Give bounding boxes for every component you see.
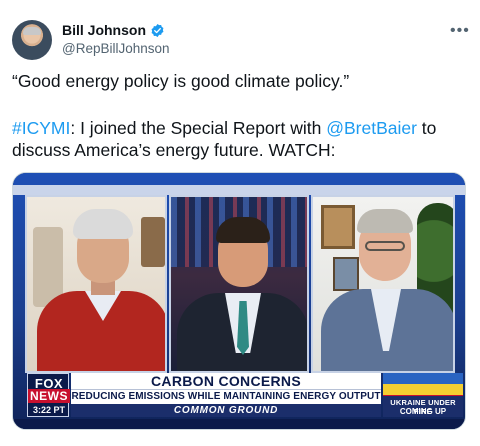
tweet-text-quote: “Good energy policy is good climate poli… — [12, 70, 472, 92]
author-avatar[interactable] — [12, 20, 52, 60]
side-promo: UKRAINE UNDER FIRE COMING UP — [383, 395, 463, 417]
tweet-text-body: #ICYMI: I joined the Special Report with… — [12, 117, 472, 161]
ukraine-flag-icon — [383, 373, 463, 395]
video-media[interactable]: FOX NEWS 3:22 PT CARBON CONCERNS REDUCIN… — [12, 172, 466, 430]
chyron-subheadline: REDUCING EMISSIONS WHILE MAINTAINING ENE… — [71, 389, 381, 404]
broadcast-time: 3:22 PT — [32, 405, 65, 415]
logo-news: NEWS — [28, 389, 70, 403]
author-name[interactable]: Bill Johnson — [62, 22, 146, 38]
anchor-panel — [169, 195, 309, 373]
wall-frame — [321, 205, 355, 249]
guest-right-glasses — [365, 241, 405, 251]
guest-panel-left — [25, 195, 167, 373]
tweet-quote: “Good energy policy is good climate poli… — [12, 71, 350, 91]
fox-news-logo: FOX NEWS 3:22 PT — [27, 373, 70, 417]
author-handle[interactable]: @RepBillJohnson — [62, 41, 170, 56]
verified-badge-icon — [151, 23, 164, 37]
tweet-body-part1: : I joined the Special Report with — [70, 118, 327, 138]
bottom-ticker-bar — [13, 419, 465, 429]
chyron-headline: CARBON CONCERNS — [71, 373, 381, 389]
segment-name: COMMON GROUND — [71, 404, 381, 417]
guest-panel-right — [311, 195, 455, 373]
flag-yellow — [383, 384, 463, 395]
tweet-card[interactable]: Bill Johnson @RepBillJohnson ••• “Good e… — [0, 0, 480, 446]
lower-third: FOX NEWS 3:22 PT CARBON CONCERNS REDUCIN… — [27, 373, 463, 417]
background-stripe — [13, 185, 465, 195]
anchor-hair — [216, 217, 270, 243]
wall-frame-small — [333, 257, 359, 291]
guest-left-neck — [91, 281, 115, 295]
hashtag-link[interactable]: #ICYMI — [12, 118, 70, 138]
author-name-row: Bill Johnson — [62, 22, 165, 38]
mention-link[interactable]: @BretBaier — [326, 118, 417, 138]
more-horizontal-icon[interactable]: ••• — [450, 22, 470, 40]
flag-blue — [383, 373, 463, 384]
side-promo-line2: COMING UP — [399, 407, 447, 416]
guest-right-hair — [357, 209, 413, 233]
guest-left-hair — [73, 209, 133, 239]
shelf — [141, 217, 165, 267]
